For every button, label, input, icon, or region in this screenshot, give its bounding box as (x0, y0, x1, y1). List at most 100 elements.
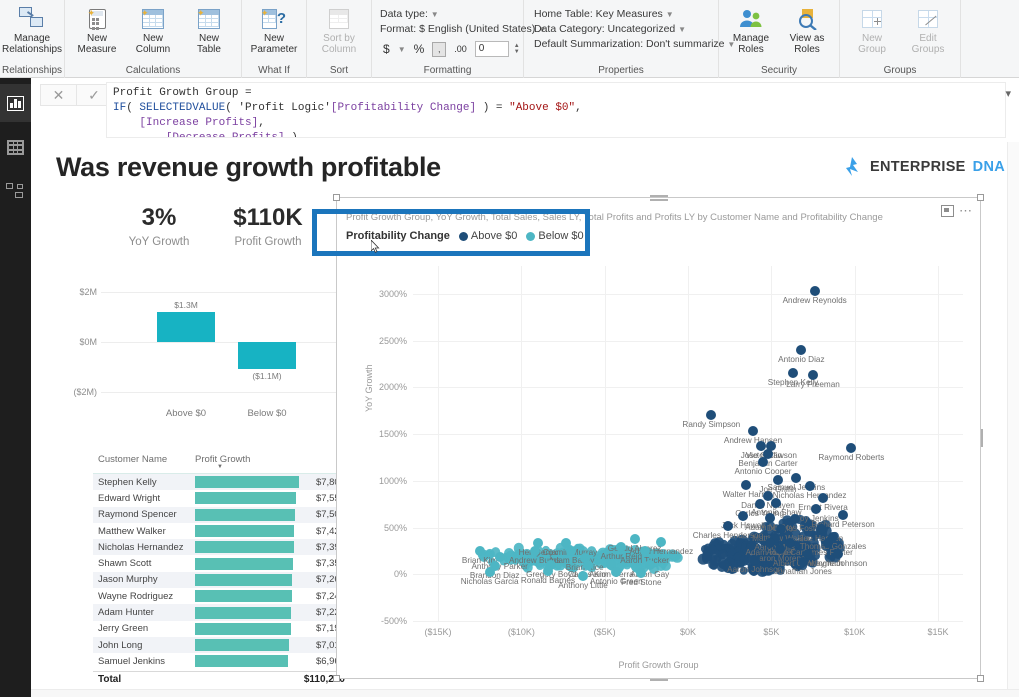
scatter-point[interactable] (738, 511, 748, 522)
scatter-point[interactable] (818, 492, 828, 503)
scatter-point[interactable] (833, 548, 843, 559)
plot-area[interactable]: 3000% 2500% 2000% 1500% 1000% 500% 0% -500% ($15… (379, 266, 963, 637)
scatter-point[interactable] (611, 567, 622, 578)
dax-formula-editor[interactable]: Profit Growth Group = IF( SELECTEDVALUE(… (106, 82, 1006, 138)
new-group-button[interactable]: New Group (846, 3, 898, 55)
column-header-customer-name[interactable]: Customer Name (93, 454, 195, 469)
home-table-row[interactable]: Home Table: Key Measures ▼ (534, 8, 735, 20)
home-table-caret-icon[interactable]: ▼ (666, 10, 674, 19)
scatter-point[interactable] (764, 538, 775, 549)
table-row[interactable]: Raymond Spencer $7,509 (93, 506, 349, 523)
table-row[interactable]: Wayne Rodriguez $7,240 (93, 588, 349, 604)
scatter-point[interactable] (808, 370, 818, 381)
chevron-down-icon[interactable]: ▾ (1005, 87, 1011, 100)
new-column-button[interactable]: ✦ New Column (127, 3, 179, 56)
scatter-point[interactable] (749, 555, 760, 566)
customer-profit-growth-table[interactable]: Customer Name Profit Growth ▼ Stephen Ke… (93, 452, 363, 685)
scatter-point[interactable] (846, 443, 857, 454)
decimal-places-input[interactable]: 0 (474, 41, 509, 57)
scatter-point[interactable] (811, 503, 822, 514)
scatter-point[interactable] (764, 513, 775, 524)
percent-format-button[interactable]: % (411, 41, 428, 57)
scatter-point[interactable] (838, 510, 848, 521)
scatter-point[interactable] (796, 345, 807, 356)
currency-caret-icon[interactable]: ▼ (398, 45, 406, 54)
chart-legend[interactable]: Profitability Change Above $0 Below $0 (346, 230, 584, 242)
scatter-point[interactable] (529, 545, 540, 556)
cancel-icon[interactable]: ✕ (40, 84, 76, 106)
view-as-roles-button[interactable]: View as Roles (781, 3, 833, 55)
canvas-scrollbar[interactable] (1007, 142, 1019, 697)
scatter-point[interactable] (726, 539, 737, 550)
data-category-row[interactable]: Data Category: Uncategorized ▼ (534, 23, 735, 35)
data-type-caret-icon[interactable]: ▼ (431, 10, 439, 19)
scatter-point[interactable] (776, 524, 787, 535)
scatter-point[interactable] (629, 533, 640, 544)
legend-item-above[interactable]: Above $0 (458, 230, 517, 242)
resize-handle-top[interactable] (649, 195, 668, 197)
data-type-row[interactable]: Data type: ▼ (380, 8, 546, 20)
decimal-places-icon[interactable]: .00 (451, 43, 470, 55)
table-row[interactable]: John Long $7,012 (93, 636, 349, 654)
table-row[interactable]: Jerry Green $7,190 (93, 621, 349, 637)
kpi-card-profit-growth[interactable]: $110K Profit Growth (208, 204, 328, 248)
resize-handle-tl[interactable] (333, 194, 340, 201)
scatter-chart-visual[interactable]: Profit Growth Group, YoY Growth, Total S… (333, 194, 984, 682)
resize-handle-right[interactable] (981, 429, 983, 447)
scatter-point[interactable] (809, 286, 820, 297)
sidebar-item-report-view[interactable] (0, 84, 31, 122)
more-options-icon[interactable]: ⋯ (959, 203, 973, 219)
table-row[interactable]: Shawn Scott $7,358 (93, 555, 349, 571)
edit-groups-button[interactable]: Edit Groups (902, 3, 954, 55)
scatter-point[interactable] (583, 559, 593, 570)
sidebar-item-data-view[interactable] (0, 128, 31, 166)
scatter-point[interactable] (798, 557, 808, 568)
scatter-point[interactable] (804, 481, 815, 492)
table-row[interactable]: Edward Wright $7,550 (93, 490, 349, 506)
bar-below-zero[interactable] (238, 342, 296, 369)
profit-growth-bar-chart[interactable]: $2M $0M ($2M) $1.3M ($1.1M) Above $0 Bel… (61, 280, 341, 425)
scatter-point[interactable] (791, 473, 802, 484)
scatter-point[interactable] (816, 524, 827, 535)
resize-handle-bottom[interactable] (649, 679, 668, 681)
resize-handle-bl[interactable] (333, 675, 340, 682)
resize-handle-tr[interactable] (977, 194, 984, 201)
manage-roles-button[interactable]: Manage Roles (725, 3, 777, 55)
resize-handle-top2[interactable] (649, 199, 668, 201)
legend-item-below[interactable]: Below $0 (526, 230, 584, 242)
scatter-point[interactable] (774, 544, 785, 555)
focus-mode-icon[interactable] (941, 205, 954, 217)
thousands-separator-button[interactable]: ‚ (432, 41, 447, 57)
new-parameter-button[interactable]: ? ✦ New Parameter (248, 3, 300, 56)
scatter-point[interactable] (723, 520, 733, 531)
manage-relationships-button[interactable]: Manage Relationships (2, 3, 62, 55)
currency-format-button[interactable]: $ (380, 41, 393, 57)
scatter-point[interactable] (639, 545, 650, 556)
scatter-point[interactable] (474, 545, 485, 556)
kpi-card-yoy-growth[interactable]: 3% YoY Growth (99, 204, 219, 248)
sort-descending-icon[interactable]: ▼ (217, 464, 349, 470)
scatter-point[interactable] (784, 538, 795, 549)
scatter-point[interactable] (741, 479, 752, 490)
table-row[interactable]: Nicholas Hernandez $7,393 (93, 539, 349, 556)
scatter-point[interactable] (758, 457, 768, 468)
scatter-point[interactable] (578, 571, 588, 582)
table-row[interactable]: Matthew Walker $7,427 (93, 523, 349, 539)
scatter-point[interactable] (748, 426, 758, 437)
resize-handle-br[interactable] (977, 675, 984, 682)
table-row[interactable]: Samuel Jenkins $6,961 (93, 653, 349, 669)
table-row[interactable]: Adam Hunter $7,229 (93, 604, 349, 621)
scatter-point[interactable] (706, 410, 717, 421)
scatter-point[interactable] (789, 514, 800, 525)
new-table-button[interactable]: ✦ New Table (183, 3, 235, 56)
scatter-point[interactable] (644, 559, 655, 570)
scatter-point[interactable] (484, 567, 495, 578)
scatter-point[interactable] (566, 545, 577, 556)
new-measure-button[interactable]: ✦ New Measure (71, 3, 123, 56)
bar-above-zero[interactable] (157, 312, 215, 342)
format-row[interactable]: Format: $ English (United States) ▼ (380, 23, 546, 35)
column-header-profit-growth[interactable]: Profit Growth ▼ (195, 454, 349, 470)
data-category-caret-icon[interactable]: ▼ (678, 25, 686, 34)
scatter-point[interactable] (543, 566, 553, 577)
scatter-point[interactable] (616, 542, 627, 553)
